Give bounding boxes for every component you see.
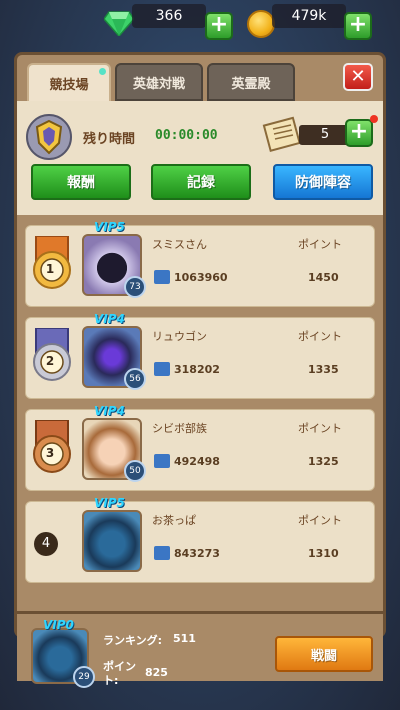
guild-flag-icon bbox=[154, 546, 170, 560]
ranking-row[interactable]: 4 VIP5 お茶っぱ 843273 ポイント 1310 bbox=[25, 496, 375, 583]
ranking-list[interactable]: 1 VIP5 73 スミスさん 1063960 ポイント 1450 2 VIP4… bbox=[17, 215, 383, 613]
points-value: 1450 bbox=[308, 271, 339, 284]
emerald-gem-icon bbox=[104, 11, 134, 36]
add-ticket-button[interactable]: + bbox=[345, 119, 373, 147]
records-button[interactable]: 記録 bbox=[151, 164, 251, 200]
remaining-time-value: 00:00:00 bbox=[155, 128, 218, 143]
my-level: 29 bbox=[73, 666, 95, 688]
add-gold-button[interactable]: + bbox=[344, 12, 372, 40]
points-label: ポイント bbox=[298, 330, 342, 343]
rank-number: 2 bbox=[45, 354, 55, 368]
tab-hall-of-heroes[interactable]: 英霊殿 bbox=[207, 63, 295, 101]
ranking-row[interactable]: 2 VIP4 56 リュウゴン 318202 ポイント 1335 bbox=[25, 312, 375, 399]
tab-hero-battle[interactable]: 英雄対戦 bbox=[115, 63, 203, 101]
player-avatar[interactable] bbox=[82, 510, 142, 572]
my-rank-label: ランキング: bbox=[103, 634, 163, 647]
points-label: ポイント bbox=[298, 422, 342, 435]
close-button[interactable]: ✕ bbox=[343, 63, 373, 91]
power-value: 492498 bbox=[174, 455, 220, 468]
my-points-value: 825 bbox=[145, 666, 168, 679]
player-level: 50 bbox=[124, 460, 146, 482]
remaining-time-label: 残り時間 bbox=[83, 132, 136, 147]
rank-number: 1 bbox=[45, 262, 55, 276]
vip-badge: VIP4 bbox=[94, 404, 125, 418]
ticket-alert-dot bbox=[370, 115, 378, 123]
guild-flag-icon bbox=[154, 362, 170, 376]
power-value: 318202 bbox=[174, 363, 220, 376]
player-name: リュウゴン bbox=[152, 330, 207, 343]
player-name: シビボ部族 bbox=[152, 422, 207, 435]
player-name: お茶っぱ bbox=[152, 514, 196, 527]
player-name: スミスさん bbox=[152, 238, 207, 251]
vip-badge: VIP4 bbox=[94, 312, 125, 326]
rank-number: 3 bbox=[45, 446, 55, 460]
my-rank-value: 511 bbox=[173, 632, 196, 645]
power-value: 1063960 bbox=[174, 271, 228, 284]
my-vip-badge: VIP0 bbox=[43, 618, 74, 632]
guild-flag-icon bbox=[154, 270, 170, 284]
points-label: ポイント bbox=[298, 238, 342, 251]
arena-shield-icon bbox=[26, 114, 72, 160]
my-ranking-bar: VIP0 29 ランキング: 511 ポイント: 825 戦闘 bbox=[17, 611, 383, 688]
rank-number: 4 bbox=[34, 532, 58, 556]
add-gems-button[interactable]: + bbox=[205, 12, 233, 40]
points-value: 1325 bbox=[308, 455, 339, 468]
arena-panel: 競技場 英雄対戦 英霊殿 ✕ 残り時間 00:00:00 5 + 報酬 記録 防… bbox=[14, 52, 386, 688]
tab-hero-battle-label: 英雄対戦 bbox=[132, 76, 185, 92]
vip-badge: VIP5 bbox=[94, 220, 125, 234]
rewards-button[interactable]: 報酬 bbox=[31, 164, 131, 200]
tab-hall-of-heroes-label: 英霊殿 bbox=[231, 76, 271, 92]
player-level: 73 bbox=[124, 276, 146, 298]
battle-button[interactable]: 戦闘 bbox=[275, 636, 373, 672]
ranking-row[interactable]: 1 VIP5 73 スミスさん 1063960 ポイント 1450 bbox=[25, 220, 375, 307]
vip-badge: VIP5 bbox=[94, 496, 125, 510]
notification-dot bbox=[99, 68, 106, 75]
player-level: 56 bbox=[124, 368, 146, 390]
defense-lineup-button[interactable]: 防御陣容 bbox=[273, 164, 373, 200]
points-value: 1310 bbox=[308, 547, 339, 560]
power-value: 843273 bbox=[174, 547, 220, 560]
guild-flag-icon bbox=[154, 454, 170, 468]
points-label: ポイント bbox=[298, 514, 342, 527]
tab-arena[interactable]: 競技場 bbox=[27, 63, 111, 101]
ranking-row[interactable]: 3 VIP4 50 シビボ部族 492498 ポイント 1325 bbox=[25, 404, 375, 491]
gem-count: 366 bbox=[132, 4, 206, 28]
gold-count: 479k bbox=[272, 4, 346, 28]
ticket-count: 5 bbox=[299, 125, 351, 145]
my-points-label: ポイント: bbox=[103, 660, 136, 687]
close-icon: ✕ bbox=[350, 66, 366, 87]
gold-coin-icon bbox=[247, 10, 275, 38]
panel-content: 残り時間 00:00:00 5 + 報酬 記録 防御陣容 1 VIP5 73 ス… bbox=[17, 101, 383, 688]
points-value: 1335 bbox=[308, 363, 339, 376]
tab-arena-label: 競技場 bbox=[49, 77, 89, 93]
